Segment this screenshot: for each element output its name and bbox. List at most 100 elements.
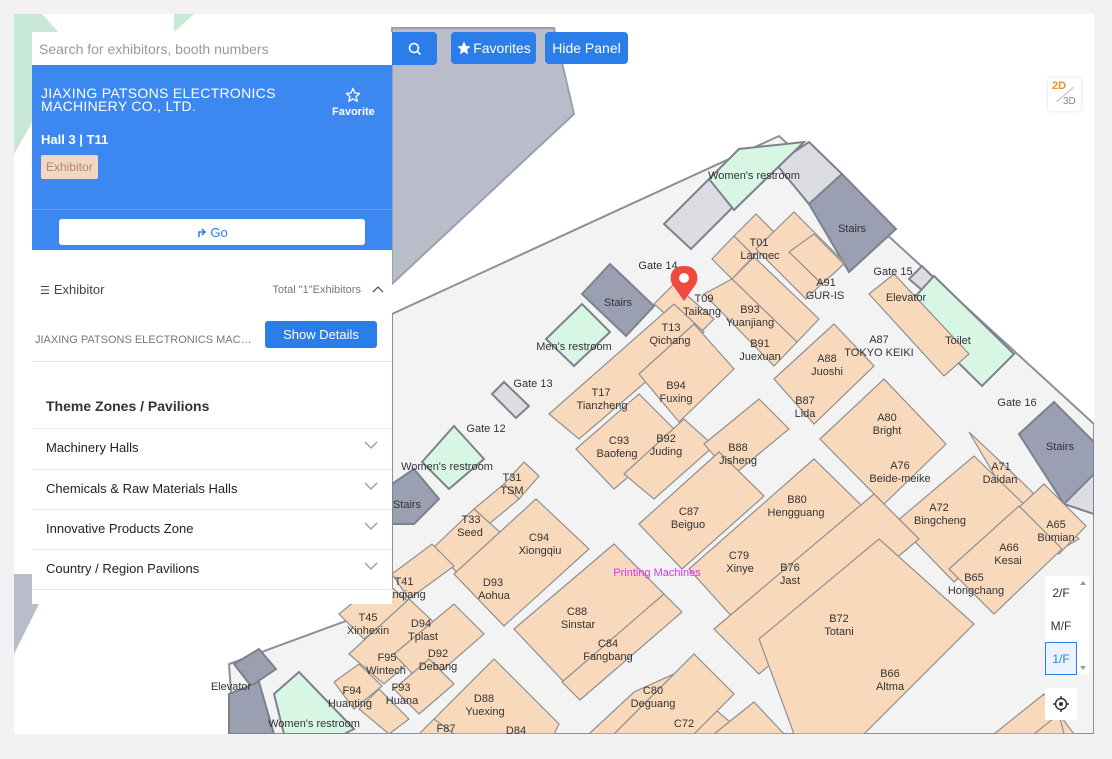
exhibitor-total-text: Total "1"Exhibitors xyxy=(272,284,361,296)
svg-text:Sinstar: Sinstar xyxy=(561,619,596,631)
svg-text:Juexuan: Juexuan xyxy=(739,351,781,363)
svg-text:T01: T01 xyxy=(750,237,769,249)
svg-text:Juding: Juding xyxy=(650,446,682,458)
type-badge: Exhibitor xyxy=(41,155,98,179)
booth-label[interactable]: F87 xyxy=(437,723,456,734)
search-input[interactable] xyxy=(32,32,392,65)
svg-text:Hengguang: Hengguang xyxy=(768,507,825,519)
scroll-up-icon[interactable] xyxy=(1077,578,1089,588)
svg-text:A87: A87 xyxy=(869,334,889,346)
booth-label[interactable]: B76Jast xyxy=(780,562,800,587)
zones-title: Theme Zones / Pavilions xyxy=(46,398,210,414)
svg-text:Juoshi: Juoshi xyxy=(811,366,843,378)
svg-text:C87: C87 xyxy=(679,506,699,518)
view-mode-3d: 3D xyxy=(1063,96,1076,107)
svg-text:B92: B92 xyxy=(656,433,676,445)
svg-text:GUR-IS: GUR-IS xyxy=(806,290,845,302)
map-facility-label: Elevator xyxy=(886,292,927,304)
go-button[interactable]: Go xyxy=(59,219,365,245)
svg-text:Jisheng: Jisheng xyxy=(719,455,757,467)
exhibitor-info-card: JIAXING PATSONS ELECTRONICS MACHINERY CO… xyxy=(32,65,392,250)
floor-mf[interactable]: M/F xyxy=(1045,609,1077,642)
svg-text:T09: T09 xyxy=(695,293,714,305)
exhibitor-list-item: JIAXING PATSONS ELECTRONICS MACHINERY CO… xyxy=(35,334,255,346)
star-icon xyxy=(457,41,471,55)
svg-text:Fuxing: Fuxing xyxy=(659,393,692,405)
map-facility-label: Women's restroom xyxy=(401,461,493,473)
view-mode-toggle[interactable]: 2D 3D xyxy=(1048,78,1081,111)
floor-scrollbar[interactable] xyxy=(1077,576,1089,675)
chevron-up-icon[interactable] xyxy=(372,285,384,293)
svg-text:T13: T13 xyxy=(662,322,681,334)
zone-innovative-products[interactable]: Innovative Products Zone xyxy=(32,509,392,549)
floor-1f[interactable]: 1/F xyxy=(1045,642,1077,675)
svg-text:Bumian: Bumian xyxy=(1037,532,1074,544)
svg-text:F87: F87 xyxy=(437,723,456,734)
svg-text:D84: D84 xyxy=(506,725,526,734)
favorite-toggle[interactable]: Favorite xyxy=(332,87,375,118)
svg-text:D94: D94 xyxy=(411,618,431,630)
list-icon: ☰ xyxy=(40,285,50,297)
booth-label[interactable]: A66Kesai xyxy=(994,542,1022,567)
svg-text:A65: A65 xyxy=(1046,519,1066,531)
svg-text:Debang: Debang xyxy=(419,661,458,673)
floor-2f[interactable]: 2/F xyxy=(1045,576,1077,609)
exhibitor-header-label: Exhibitor xyxy=(53,282,105,297)
company-name: JIAXING PATSONS ELECTRONICS MACHINERY CO… xyxy=(41,85,276,114)
map-viewport[interactable]: Women's restroom Stairs Gate 14 Gate 15 … xyxy=(14,14,1094,734)
svg-text:D93: D93 xyxy=(483,577,503,589)
svg-text:Bright: Bright xyxy=(873,425,902,437)
svg-text:TSM: TSM xyxy=(500,485,523,497)
svg-text:C84: C84 xyxy=(598,638,618,650)
locate-button[interactable] xyxy=(1045,688,1077,720)
svg-text:T31: T31 xyxy=(503,472,522,484)
zone-chemicals-halls[interactable]: Chemicals & Raw Materials Halls xyxy=(32,469,392,509)
svg-text:B72: B72 xyxy=(829,613,849,625)
booth-label[interactable]: C72 xyxy=(674,718,694,730)
zone-country-pavilions[interactable]: Country / Region Pavilions xyxy=(32,549,392,589)
map-facility-label: Men's restroom xyxy=(536,341,611,353)
divider xyxy=(32,589,392,590)
svg-text:B76: B76 xyxy=(780,562,800,574)
svg-text:TOKYO KEIKI: TOKYO KEIKI xyxy=(844,347,914,359)
favorite-label: Favorite xyxy=(332,106,375,118)
svg-text:Seed: Seed xyxy=(457,527,483,539)
booth-label[interactable]: D84 xyxy=(506,725,526,734)
svg-text:Beiguo: Beiguo xyxy=(671,519,705,531)
svg-text:T45: T45 xyxy=(359,612,378,624)
svg-text:Altma: Altma xyxy=(876,681,905,693)
exhibitor-total: Total "1"Exhibitors xyxy=(272,284,384,296)
booth-label[interactable]: B87Lida xyxy=(795,395,817,420)
svg-text:Lida: Lida xyxy=(795,408,817,420)
scroll-down-icon[interactable] xyxy=(1077,663,1089,673)
svg-text:B94: B94 xyxy=(666,380,686,392)
svg-text:Kesai: Kesai xyxy=(994,555,1022,567)
svg-text:C80: C80 xyxy=(643,685,663,697)
svg-text:Xinye: Xinye xyxy=(726,563,754,575)
svg-text:Huana: Huana xyxy=(386,695,419,707)
svg-text:Baofeng: Baofeng xyxy=(597,448,638,460)
svg-text:T33: T33 xyxy=(462,514,481,526)
hide-panel-button[interactable]: Hide Panel xyxy=(545,32,628,64)
map-facility-label: Stairs xyxy=(604,297,633,309)
zone-machinery-halls[interactable]: Machinery Halls xyxy=(32,428,392,468)
booth-label[interactable]: T33Seed xyxy=(457,514,483,539)
svg-text:Wintech: Wintech xyxy=(366,665,406,677)
svg-text:Bingcheng: Bingcheng xyxy=(914,515,966,527)
navigate-icon xyxy=(198,228,207,237)
svg-text:A80: A80 xyxy=(877,412,897,424)
svg-text:Lanmec: Lanmec xyxy=(740,250,780,262)
search-button[interactable] xyxy=(392,32,437,65)
svg-text:Xinhexin: Xinhexin xyxy=(347,625,389,637)
show-details-button[interactable]: Show Details xyxy=(265,321,377,348)
map-facility-label: Stairs xyxy=(838,223,867,235)
svg-text:B66: B66 xyxy=(880,668,900,680)
svg-text:Totani: Totani xyxy=(824,626,853,638)
svg-text:Yuanjiang: Yuanjiang xyxy=(726,317,774,329)
svg-text:A76: A76 xyxy=(890,460,910,472)
booth-label[interactable]: T31TSM xyxy=(500,472,523,497)
svg-text:Beide-meike: Beide-meike xyxy=(869,473,930,485)
search-icon xyxy=(408,42,421,55)
favorites-label: Favorites xyxy=(473,40,531,56)
favorites-button[interactable]: Favorites xyxy=(451,32,536,64)
